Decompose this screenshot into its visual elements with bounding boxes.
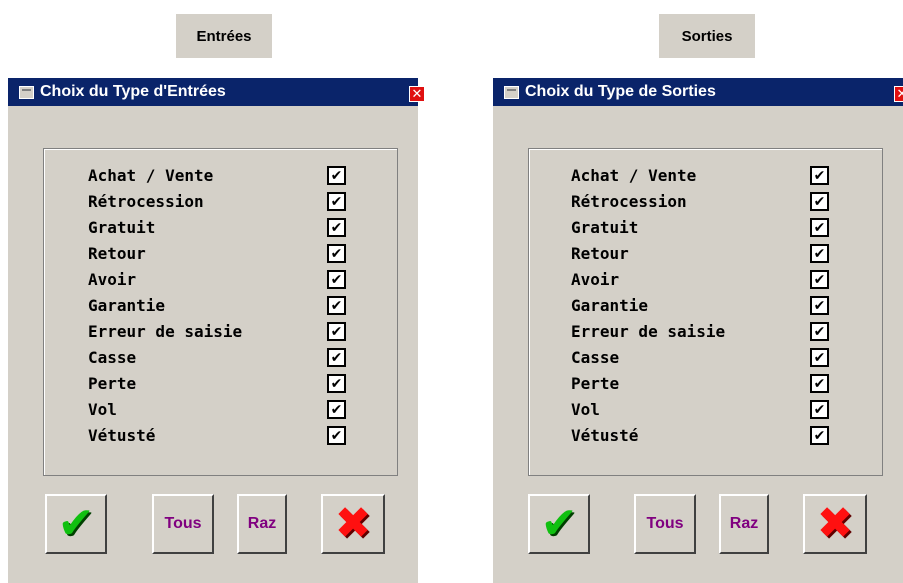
cancel-button[interactable]: ✖ (321, 494, 385, 554)
option-perte: Perte ✔ (571, 371, 831, 397)
option-label: Vétusté (571, 426, 639, 445)
option-gratuit: Gratuit ✔ (571, 215, 831, 241)
option-checkbox[interactable]: ✔ (810, 426, 829, 445)
select-all-label: Tous (164, 515, 202, 532)
option-vol: Vol ✔ (88, 397, 348, 423)
option-label: Achat / Vente (88, 166, 214, 185)
option-checkbox[interactable]: ✔ (327, 322, 346, 341)
option-garantie: Garantie ✔ (571, 293, 831, 319)
option-checkbox[interactable]: ✔ (327, 348, 346, 367)
select-all-label: Tous (646, 515, 684, 532)
option-label: Casse (571, 348, 620, 367)
titlebar: Choix du Type d'Entrées ✕ (8, 78, 425, 106)
option-achat-vente: Achat / Vente ✔ (88, 163, 348, 189)
select-all-button[interactable]: Tous (152, 494, 214, 554)
option-label: Perte (571, 374, 620, 393)
window-title: Choix du Type de Sorties (525, 83, 716, 100)
window-icon[interactable] (19, 85, 34, 99)
option-vetuste: Vétusté ✔ (571, 423, 831, 449)
option-vol: Vol ✔ (571, 397, 831, 423)
cancel-button[interactable]: ✖ (803, 494, 867, 554)
select-all-button[interactable]: Tous (634, 494, 696, 554)
option-erreur-de-saisie: Erreur de saisie ✔ (88, 319, 348, 345)
option-casse: Casse ✔ (571, 345, 831, 371)
option-checkbox[interactable]: ✔ (810, 270, 829, 289)
option-label: Avoir (571, 270, 620, 289)
option-label: Retour (88, 244, 146, 263)
option-erreur-de-saisie: Erreur de saisie ✔ (571, 319, 831, 345)
option-label: Rétrocession (88, 192, 204, 211)
cross-icon: ✖ (334, 498, 372, 549)
option-avoir: Avoir ✔ (571, 267, 831, 293)
option-checkbox[interactable]: ✔ (327, 244, 346, 263)
option-checkbox[interactable]: ✔ (327, 270, 346, 289)
option-checkbox[interactable]: ✔ (810, 322, 829, 341)
option-retour: Retour ✔ (88, 241, 348, 267)
option-checkbox[interactable]: ✔ (810, 296, 829, 315)
option-checkbox[interactable]: ✔ (327, 374, 346, 393)
option-checkbox[interactable]: ✔ (810, 244, 829, 263)
dialog-entrees: Choix du Type d'Entrées ✕ Achat / Vente … (8, 78, 425, 583)
option-achat-vente: Achat / Vente ✔ (571, 163, 831, 189)
tab-entrees[interactable]: Entrées (176, 14, 272, 58)
option-label: Achat / Vente (571, 166, 697, 185)
option-label: Garantie (88, 296, 166, 315)
option-retrocession: Rétrocession ✔ (571, 189, 831, 215)
option-label: Gratuit (571, 218, 639, 237)
titlebar: Choix du Type de Sorties ✕ (493, 78, 903, 106)
ok-button[interactable]: ✔ (45, 494, 107, 554)
option-label: Avoir (88, 270, 137, 289)
dialog-sorties: Choix du Type de Sorties ✕ Achat / Vente… (493, 78, 903, 583)
option-label: Vétusté (88, 426, 156, 445)
window-title: Choix du Type d'Entrées (40, 83, 226, 100)
close-icon[interactable]: ✕ (894, 86, 903, 102)
window-icon[interactable] (504, 85, 519, 99)
ok-button[interactable]: ✔ (528, 494, 590, 554)
option-checkbox[interactable]: ✔ (810, 400, 829, 419)
reset-label: Raz (729, 515, 759, 532)
option-label: Erreur de saisie (88, 322, 243, 341)
option-label: Perte (88, 374, 137, 393)
checkmark-icon: ✔ (57, 498, 95, 549)
option-checkbox[interactable]: ✔ (327, 166, 346, 185)
option-label: Retour (571, 244, 629, 263)
option-checkbox[interactable]: ✔ (810, 218, 829, 237)
option-gratuit: Gratuit ✔ (88, 215, 348, 241)
option-label: Rétrocession (571, 192, 687, 211)
close-icon[interactable]: ✕ (409, 86, 425, 102)
option-checkbox[interactable]: ✔ (810, 192, 829, 211)
reset-label: Raz (247, 515, 277, 532)
option-label: Vol (88, 400, 117, 419)
option-checkbox[interactable]: ✔ (810, 166, 829, 185)
option-checkbox[interactable]: ✔ (327, 192, 346, 211)
option-perte: Perte ✔ (88, 371, 348, 397)
option-casse: Casse ✔ (88, 345, 348, 371)
reset-button[interactable]: Raz (719, 494, 769, 554)
option-avoir: Avoir ✔ (88, 267, 348, 293)
tab-sorties[interactable]: Sorties (659, 14, 755, 58)
option-garantie: Garantie ✔ (88, 293, 348, 319)
option-label: Vol (571, 400, 600, 419)
option-label: Casse (88, 348, 137, 367)
option-label: Gratuit (88, 218, 156, 237)
option-retour: Retour ✔ (571, 241, 831, 267)
reset-button[interactable]: Raz (237, 494, 287, 554)
option-checkbox[interactable]: ✔ (327, 426, 346, 445)
option-checkbox[interactable]: ✔ (327, 218, 346, 237)
option-label: Erreur de saisie (571, 322, 726, 341)
option-retrocession: Rétrocession ✔ (88, 189, 348, 215)
cross-icon: ✖ (816, 498, 854, 549)
option-checkbox[interactable]: ✔ (327, 296, 346, 315)
checkmark-icon: ✔ (540, 498, 578, 549)
option-label: Garantie (571, 296, 649, 315)
option-vetuste: Vétusté ✔ (88, 423, 348, 449)
option-checkbox[interactable]: ✔ (810, 374, 829, 393)
option-checkbox[interactable]: ✔ (327, 400, 346, 419)
option-checkbox[interactable]: ✔ (810, 348, 829, 367)
